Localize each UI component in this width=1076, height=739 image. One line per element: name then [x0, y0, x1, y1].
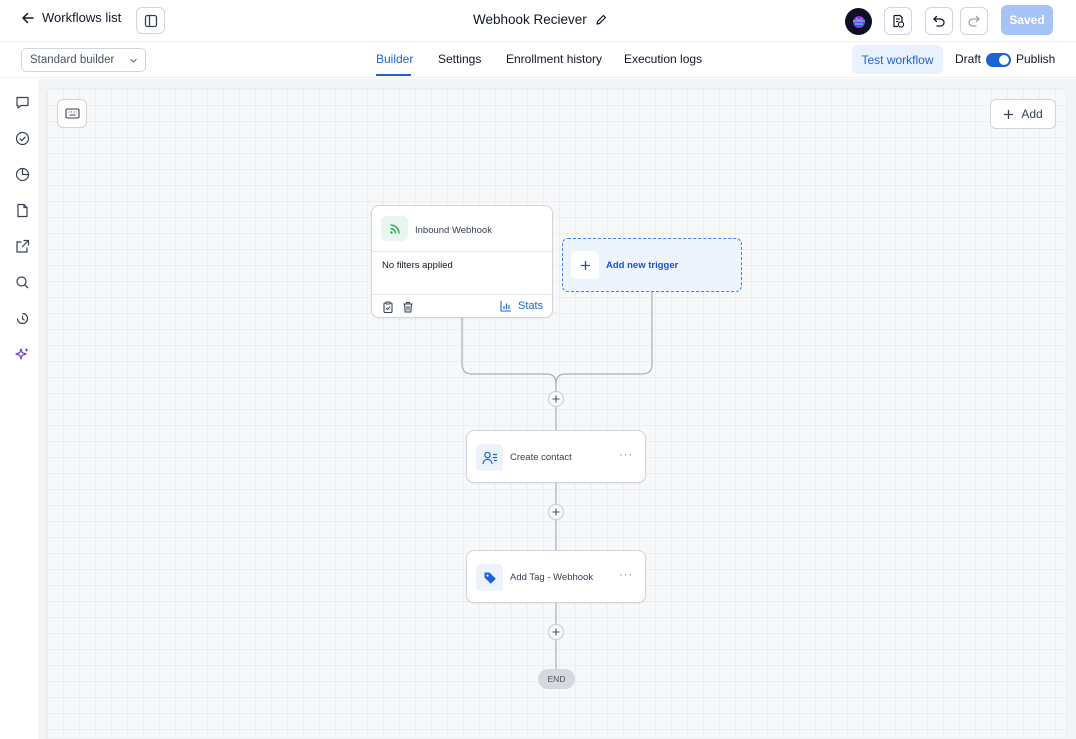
- add-new-trigger-label: Add new trigger: [606, 260, 679, 271]
- insert-step-button[interactable]: [548, 391, 564, 407]
- contact-icon: [476, 444, 503, 471]
- more-options-icon[interactable]: ···: [619, 449, 633, 461]
- tag-icon: [476, 564, 503, 591]
- trigger-header: Inbound Webhook: [372, 206, 552, 252]
- add-new-trigger-button[interactable]: Add new trigger: [562, 238, 742, 292]
- insert-step-button[interactable]: [548, 504, 564, 520]
- plus-icon: [571, 251, 599, 279]
- trigger-filter-text: No filters applied: [382, 260, 453, 271]
- more-options-icon[interactable]: ···: [619, 569, 633, 581]
- plus-icon: [552, 395, 560, 403]
- keyboard-shortcuts-button[interactable]: [57, 99, 87, 128]
- add-button-label: Add: [1021, 107, 1043, 121]
- webhook-rss-icon: [381, 216, 408, 241]
- bar-chart-icon: [500, 300, 512, 312]
- stats-label: Stats: [518, 300, 544, 312]
- action-label: Create contact: [510, 452, 572, 463]
- clipboard-check-icon[interactable]: [382, 301, 394, 313]
- add-node-button[interactable]: Add: [990, 99, 1056, 129]
- stats-link[interactable]: Stats: [500, 300, 543, 312]
- plus-icon: [552, 508, 560, 516]
- action-card-create-contact[interactable]: Create contact ···: [466, 430, 646, 483]
- insert-step-button[interactable]: [548, 624, 564, 640]
- action-label: Add Tag - Webhook: [510, 572, 594, 583]
- plus-icon: [1003, 109, 1014, 120]
- action-card-add-tag[interactable]: Add Tag - Webhook ···: [466, 550, 646, 603]
- trash-icon[interactable]: [402, 301, 414, 313]
- connector-lines: [461, 292, 653, 669]
- plus-icon: [552, 628, 560, 636]
- end-node: END: [538, 669, 575, 689]
- trigger-title: Inbound Webhook: [415, 225, 492, 236]
- trigger-footer: Stats: [372, 294, 552, 319]
- trigger-card[interactable]: Inbound Webhook No filters applied Stats: [371, 205, 553, 318]
- keyboard-icon: [64, 108, 80, 119]
